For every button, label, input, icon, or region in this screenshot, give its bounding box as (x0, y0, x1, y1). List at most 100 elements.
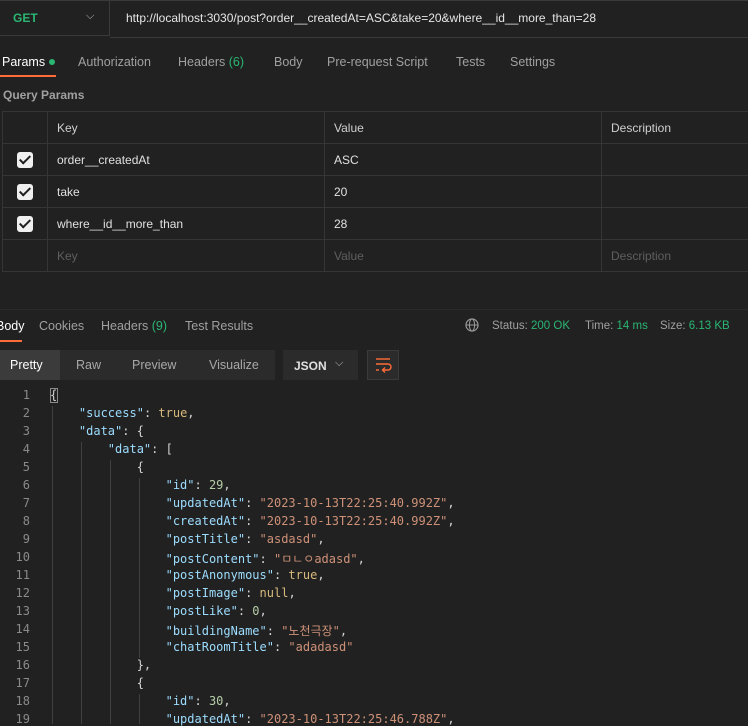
code-line: "createdAt": "2023-10-13T22:25:40.992Z", (50, 514, 455, 528)
line-number: 7 (0, 496, 30, 510)
tab-headers-label: Headers (178, 55, 225, 69)
view-preview[interactable]: Preview (132, 358, 176, 372)
tab-prerequest-script[interactable]: Pre-request Script (327, 55, 428, 69)
table-row: where__id__more_than 28 (3, 208, 748, 240)
json-value: null (260, 586, 289, 600)
json-value: "asdasd" (260, 532, 318, 546)
tab-tests[interactable]: Tests (456, 55, 485, 69)
wrap-lines-button[interactable] (367, 350, 399, 380)
time-label: Time: (585, 320, 613, 332)
view-pretty[interactable]: Pretty (10, 358, 43, 372)
response-headers-label: Headers (101, 319, 148, 333)
param-value[interactable]: 28 (325, 208, 602, 240)
param-key[interactable]: where__id__more_than (48, 208, 325, 240)
response-tab-headers[interactable]: Headers (9) (101, 319, 167, 333)
json-key: "id" (166, 694, 195, 708)
method-label: GET (13, 11, 38, 25)
tab-authorization[interactable]: Authorization (78, 55, 151, 69)
view-raw[interactable]: Raw (76, 358, 101, 372)
json-key: "data" (108, 442, 151, 456)
json-key: "data" (79, 424, 122, 438)
view-visualize[interactable]: Visualize (209, 358, 259, 372)
code-line: "postContent": "ㅁㄴㅇadasd", (50, 550, 365, 567)
json-key: "createdAt" (166, 514, 245, 528)
chevron-down-icon: ⌵ (335, 357, 343, 370)
status-info[interactable]: Status: 200 OK (492, 320, 570, 332)
param-key[interactable]: take (48, 176, 325, 208)
column-header-key: Key (48, 112, 325, 144)
response-tab-cookies[interactable]: Cookies (39, 319, 84, 333)
json-key: "postAnonymous" (166, 568, 274, 582)
response-active-tab-indicator (0, 340, 22, 342)
new-description-input[interactable]: Description (602, 240, 748, 272)
response-tab-test-results[interactable]: Test Results (185, 319, 253, 333)
tab-params-label: Params (2, 55, 45, 69)
json-key: "postLike" (166, 604, 238, 618)
param-key[interactable]: order__createdAt (48, 144, 325, 176)
table-row: take 20 (3, 176, 748, 208)
line-number: 3 (0, 424, 30, 438)
json-key: "chatRoomTitle" (166, 640, 274, 654)
url-input[interactable]: http://localhost:3030/post?order__create… (126, 11, 596, 25)
table-header-row: Key Value Description (3, 112, 748, 144)
tab-settings[interactable]: Settings (510, 55, 555, 69)
line-number: 8 (0, 514, 30, 528)
line-number: 4 (0, 442, 30, 456)
line-number: 5 (0, 460, 30, 474)
checkbox-cell (3, 144, 48, 176)
response-divider (0, 309, 748, 310)
line-number: 9 (0, 532, 30, 546)
tab-headers[interactable]: Headers (6) (178, 55, 244, 69)
param-value[interactable]: 20 (325, 176, 602, 208)
status-label: Status: (492, 320, 528, 332)
globe-icon[interactable] (465, 318, 479, 332)
json-key: "postImage" (166, 586, 245, 600)
param-description[interactable] (602, 144, 748, 176)
json-key: "postContent" (166, 552, 260, 566)
param-description[interactable] (602, 208, 748, 240)
json-value: "adadasd" (288, 640, 353, 654)
json-value: true (288, 568, 317, 582)
param-checkbox[interactable] (17, 216, 33, 232)
json-key: "id" (166, 478, 195, 492)
line-number: 6 (0, 478, 30, 492)
tab-body[interactable]: Body (274, 55, 303, 69)
code-line: }, (50, 658, 151, 672)
param-checkbox[interactable] (17, 184, 33, 200)
empty-checkbox-cell (3, 240, 48, 272)
line-number: 18 (0, 694, 30, 708)
code-line: "chatRoomTitle": "adadasd" (50, 640, 353, 654)
wrap-lines-icon (368, 351, 398, 379)
response-tab-body[interactable]: Body (0, 319, 25, 333)
code-line: { (50, 460, 144, 474)
json-key: "postTitle" (166, 532, 245, 546)
query-params-title: Query Params (3, 88, 84, 102)
code-line: "id": 30, (50, 694, 231, 708)
tab-params[interactable]: Params (2, 55, 55, 69)
param-value[interactable]: ASC (325, 144, 602, 176)
line-number: 11 (0, 568, 30, 582)
new-key-input[interactable]: Key (48, 240, 325, 272)
response-body-editor[interactable]: 1 2 3 4 5 6 7 8 9 10 11 12 13 14 15 16 1… (0, 386, 748, 724)
code-line: { (50, 388, 57, 402)
time-info[interactable]: Time: 14 ms (585, 320, 648, 332)
json-value: 0 (252, 604, 259, 618)
param-description[interactable] (602, 176, 748, 208)
line-number: 12 (0, 586, 30, 600)
chevron-down-icon[interactable]: ⌵ (86, 10, 94, 23)
json-value: "노천극장" (281, 624, 340, 638)
time-value: 14 ms (617, 320, 648, 332)
headers-count: (6) (229, 55, 244, 69)
column-header-description: Description (602, 112, 748, 144)
size-value: 6.13 KB (689, 320, 730, 332)
line-number: 17 (0, 676, 30, 690)
json-value: "2023-10-13T22:25:40.992Z" (260, 514, 448, 528)
format-label: JSON (294, 359, 327, 373)
size-info[interactable]: Size: 6.13 KB (660, 320, 730, 332)
json-key: "buildingName" (166, 624, 267, 638)
code-line: "buildingName": "노천극장", (50, 622, 347, 639)
line-number: 16 (0, 658, 30, 672)
checkbox-cell (3, 208, 48, 240)
param-checkbox[interactable] (17, 152, 33, 168)
new-value-input[interactable]: Value (325, 240, 602, 272)
